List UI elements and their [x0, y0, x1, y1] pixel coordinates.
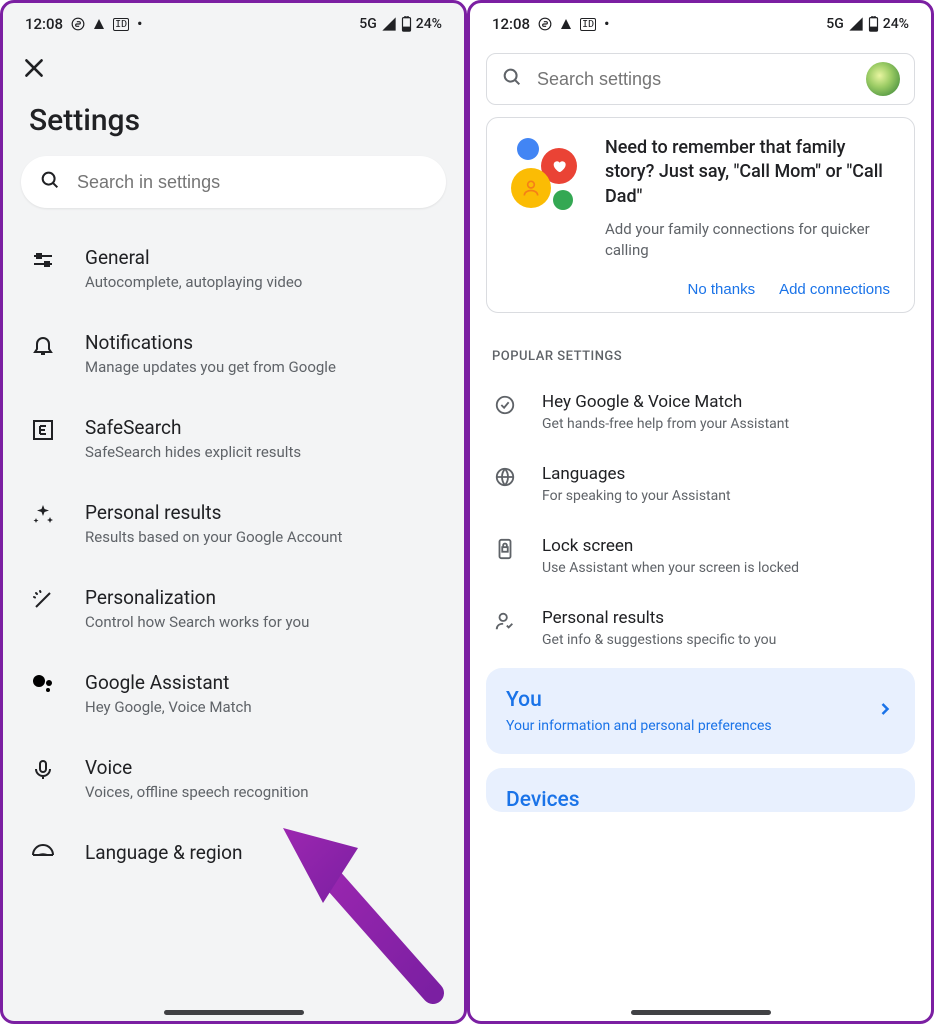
- sparkles-icon: [29, 501, 57, 529]
- search-input[interactable]: [537, 69, 866, 90]
- item-subtitle: Control how Search works for you: [85, 613, 309, 631]
- item-title: Languages: [542, 464, 731, 484]
- item-title: Personal results: [85, 501, 342, 524]
- check-circle-icon: [492, 392, 518, 418]
- status-network: 5G: [826, 16, 844, 32]
- tile-title: You: [506, 688, 772, 712]
- battery-icon: [401, 16, 412, 32]
- search-icon: [39, 169, 61, 195]
- item-subtitle: Get hands-free help from your Assistant: [542, 416, 789, 432]
- status-icon-triangle: [93, 18, 105, 30]
- settings-item-general[interactable]: General Autocomplete, autoplaying video: [3, 226, 464, 311]
- status-dot-icon: •: [604, 15, 609, 33]
- item-subtitle: Get info & suggestions specific to you: [542, 632, 776, 648]
- settings-item-safesearch[interactable]: SafeSearch SafeSearch hides explicit resu…: [3, 396, 464, 481]
- assistant-icon: [29, 671, 57, 699]
- status-battery: 24%: [416, 16, 442, 32]
- popular-settings-label: POPULAR SETTINGS: [492, 349, 909, 364]
- item-subtitle: Results based on your Google Account: [85, 528, 342, 546]
- nav-handle[interactable]: [164, 1010, 304, 1015]
- search-in-settings[interactable]: [21, 156, 446, 208]
- close-icon: [21, 55, 47, 81]
- item-subtitle: Voices, offline speech recognition: [85, 783, 309, 801]
- status-bar: 12:08 ID • 5G 24%: [470, 3, 931, 39]
- settings-screen: 12:08 ID • 5G 24% Settings: [0, 0, 467, 1024]
- status-icon-b: [71, 17, 85, 31]
- item-title: Notifications: [85, 331, 336, 354]
- battery-icon: [868, 16, 879, 32]
- item-title: Voice: [85, 756, 309, 779]
- item-title: Lock screen: [542, 536, 799, 556]
- status-icon-id: ID: [580, 18, 596, 31]
- search-settings[interactable]: [486, 53, 915, 105]
- popular-item-hey-google[interactable]: Hey Google & Voice Match Get hands-free h…: [470, 376, 931, 448]
- item-subtitle: For speaking to your Assistant: [542, 488, 731, 504]
- bell-icon: [29, 331, 57, 359]
- settings-item-personalization[interactable]: Personalization Control how Search works …: [3, 566, 464, 651]
- person-icon: [521, 178, 541, 198]
- close-button[interactable]: [21, 55, 47, 81]
- item-subtitle: Manage updates you get from Google: [85, 358, 336, 376]
- settings-list: General Autocomplete, autoplaying video N…: [3, 226, 464, 873]
- popular-item-lock-screen[interactable]: Lock screen Use Assistant when your scree…: [470, 520, 931, 592]
- item-subtitle: SafeSearch hides explicit results: [85, 443, 301, 461]
- globe-icon: [492, 464, 518, 490]
- signal-icon: [848, 16, 864, 32]
- popular-item-personal-results[interactable]: Personal results Get info & suggestions s…: [470, 592, 931, 664]
- sliders-icon: [29, 246, 57, 274]
- tile-title: Devices: [506, 788, 580, 812]
- item-title: Hey Google & Voice Match: [542, 392, 789, 412]
- family-connections-card: Need to remember that family story? Just…: [486, 117, 915, 313]
- status-time: 12:08: [492, 15, 530, 33]
- status-bar: 12:08 ID • 5G 24%: [3, 3, 464, 39]
- search-icon: [501, 66, 523, 92]
- item-title: General: [85, 246, 302, 269]
- settings-item-voice[interactable]: Voice Voices, offline speech recognition: [3, 736, 464, 821]
- page-title: Settings: [3, 81, 464, 152]
- item-title: Google Assistant: [85, 671, 252, 694]
- item-subtitle: Use Assistant when your screen is locked: [542, 560, 799, 576]
- account-avatar[interactable]: [866, 62, 900, 96]
- tile-you[interactable]: You Your information and personal prefer…: [486, 668, 915, 754]
- status-icon-id: ID: [113, 18, 129, 31]
- settings-item-personal-results[interactable]: Personal results Results based on your Go…: [3, 481, 464, 566]
- card-heading: Need to remember that family story? Just…: [605, 136, 896, 209]
- item-subtitle: Autocomplete, autoplaying video: [85, 273, 302, 291]
- tile-subtitle: Your information and personal preference…: [506, 718, 772, 734]
- wand-icon: [29, 586, 57, 614]
- status-icon-triangle: [560, 18, 572, 30]
- item-title: Language & region: [85, 841, 242, 864]
- status-icon-b: [538, 17, 552, 31]
- status-time: 12:08: [25, 15, 63, 33]
- tile-devices[interactable]: Devices: [486, 768, 915, 812]
- settings-item-language-region[interactable]: Language & region: [3, 821, 464, 873]
- search-input[interactable]: [77, 172, 428, 193]
- globe-icon: [29, 841, 57, 869]
- explicit-icon: [29, 416, 57, 444]
- signal-icon: [381, 16, 397, 32]
- settings-item-notifications[interactable]: Notifications Manage updates you get from…: [3, 311, 464, 396]
- connections-graphic: [505, 136, 585, 216]
- assistant-settings-screen: 12:08 ID • 5G 24%: [467, 0, 934, 1024]
- card-body: Add your family connections for quicker …: [605, 219, 896, 261]
- person-check-icon: [492, 608, 518, 634]
- popular-list: Hey Google & Voice Match Get hands-free h…: [470, 372, 931, 668]
- heart-icon: [551, 158, 567, 174]
- add-connections-button[interactable]: Add connections: [779, 281, 890, 298]
- no-thanks-button[interactable]: No thanks: [688, 281, 756, 298]
- status-dot-icon: •: [137, 15, 142, 33]
- item-title: Personalization: [85, 586, 309, 609]
- status-network: 5G: [359, 16, 377, 32]
- item-title: SafeSearch: [85, 416, 301, 439]
- popular-item-languages[interactable]: Languages For speaking to your Assistant: [470, 448, 931, 520]
- status-battery: 24%: [883, 16, 909, 32]
- item-title: Personal results: [542, 608, 776, 628]
- phone-lock-icon: [492, 536, 518, 562]
- item-subtitle: Hey Google, Voice Match: [85, 698, 252, 716]
- settings-item-google-assistant[interactable]: Google Assistant Hey Google, Voice Match: [3, 651, 464, 736]
- nav-handle[interactable]: [631, 1010, 771, 1015]
- mic-icon: [29, 756, 57, 784]
- chevron-right-icon: [875, 699, 895, 723]
